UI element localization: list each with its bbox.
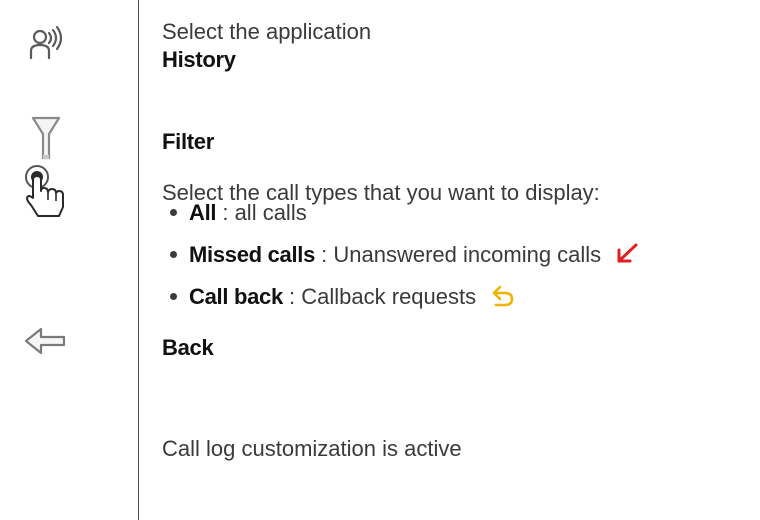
option-missed-desc: : Unanswered incoming calls — [321, 242, 602, 267]
select-application-text: Select the application — [162, 19, 372, 44]
touch-hand-icon — [25, 165, 64, 217]
option-call-back: Call back : Callback requests — [170, 286, 516, 310]
bullet-dot — [170, 208, 177, 216]
history-app-label: History — [162, 47, 236, 72]
option-callback-name: Call back — [189, 284, 283, 309]
option-all: All : all calls — [170, 202, 307, 224]
callback-arrow-icon — [492, 285, 514, 307]
bullet-dot — [170, 250, 177, 258]
column-divider — [138, 0, 139, 520]
history-app-icon — [29, 25, 63, 60]
filter-label: Filter — [162, 129, 214, 154]
back-label: Back — [162, 335, 214, 360]
customization-status-text: Call log customization is active — [162, 436, 462, 461]
missed-call-arrow-icon — [617, 243, 638, 263]
bullet-dot — [170, 292, 177, 300]
filter-icon — [31, 116, 61, 160]
option-all-desc: : all calls — [222, 200, 307, 225]
option-missed-calls: Missed calls : Unanswered incoming calls — [170, 244, 639, 267]
option-callback-desc: : Callback requests — [289, 284, 477, 309]
option-missed-name: Missed calls — [189, 242, 316, 267]
back-arrow-icon — [24, 327, 66, 355]
option-all-name: All — [189, 200, 217, 225]
